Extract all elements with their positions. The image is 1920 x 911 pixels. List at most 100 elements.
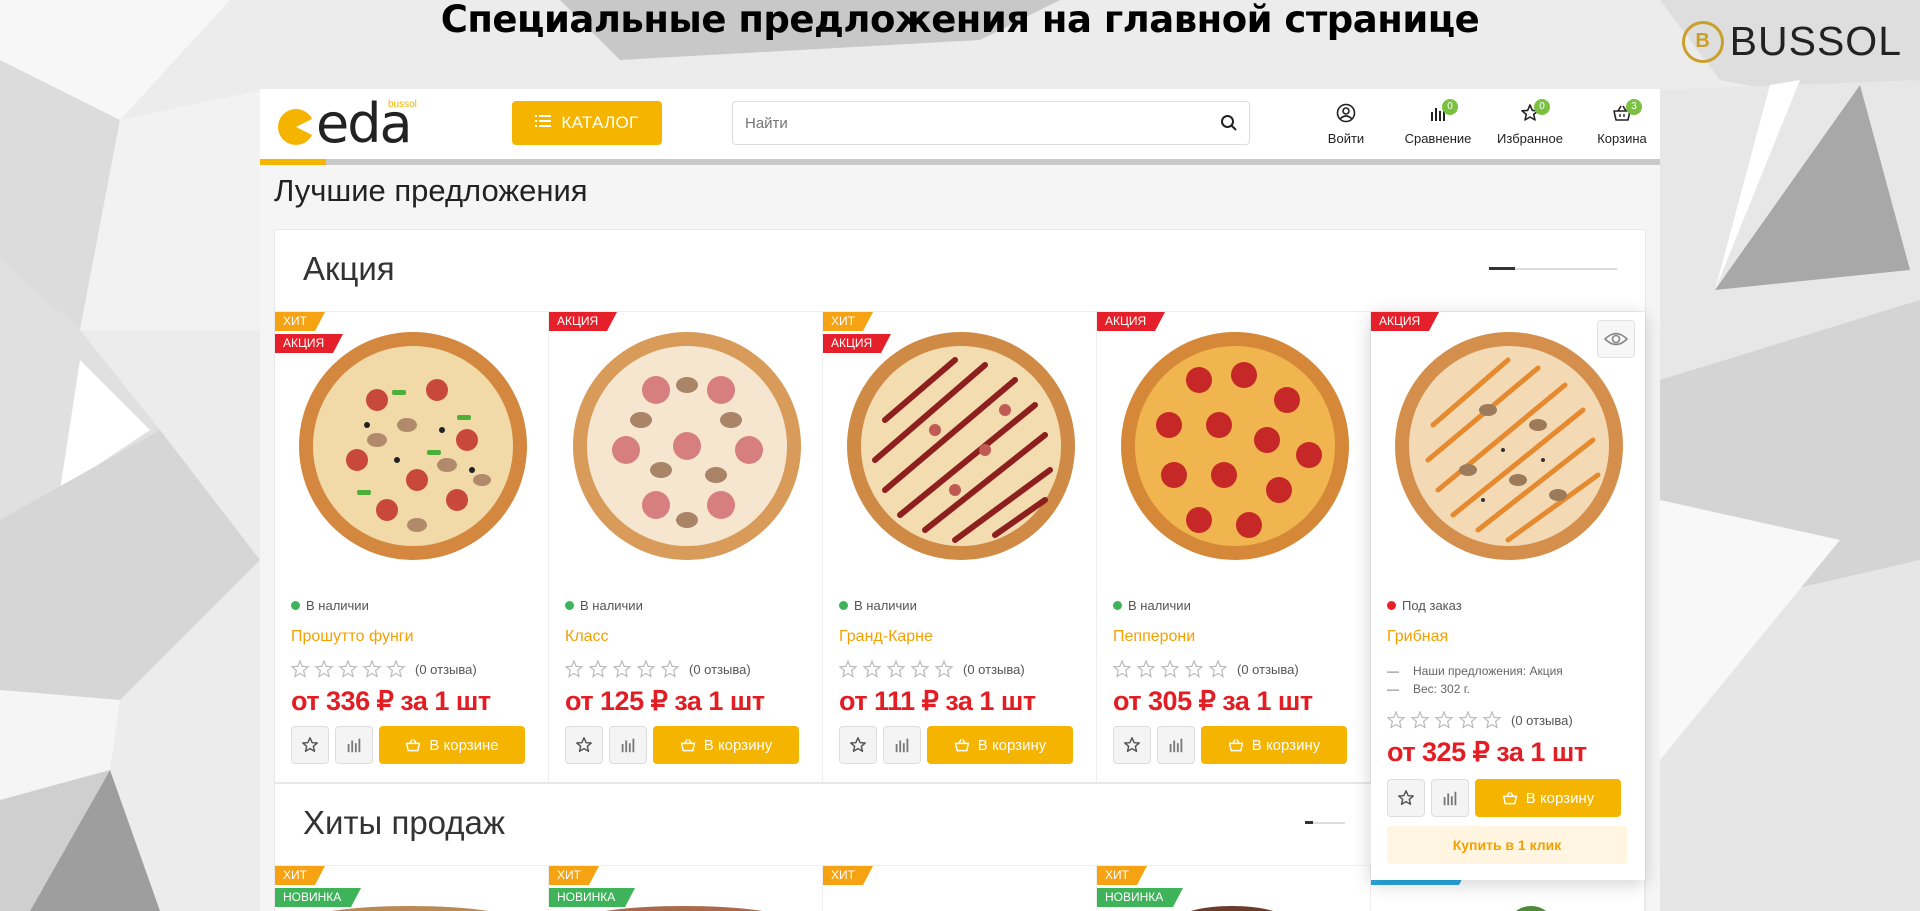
- product-name[interactable]: Грибная: [1387, 628, 1448, 646]
- availability-status: В наличии: [839, 598, 917, 613]
- reviews-count: (0 отзыва): [963, 661, 1025, 677]
- reviews-count: (0 отзыва): [415, 661, 477, 677]
- slider-pagination[interactable]: [1305, 821, 1345, 824]
- favorites-badge: 0: [1534, 99, 1550, 115]
- availability-status: В наличии: [291, 598, 369, 613]
- add-to-favorites-button[interactable]: [839, 726, 877, 764]
- logo-pacman-icon: [278, 109, 316, 145]
- compare-icon: [1169, 738, 1183, 753]
- product-rating: (0 отзыва): [291, 660, 477, 678]
- catalog-button[interactable]: КАТАЛОГ: [512, 101, 662, 145]
- product-card-hovered[interactable]: АКЦИЯ Под заказ Грибная — Наши предложени…: [1371, 312, 1645, 880]
- product-card[interactable]: ХИТ НОВИНКА: [275, 865, 549, 911]
- product-name[interactable]: Пепперони: [1113, 628, 1195, 646]
- star-icon: [1398, 790, 1414, 806]
- tag-hit: ХИТ: [823, 866, 873, 885]
- compare-icon: [1443, 791, 1457, 806]
- in-stock-dot-icon: [565, 601, 574, 610]
- add-to-favorites-button[interactable]: [1387, 779, 1425, 817]
- in-stock-dot-icon: [1113, 601, 1122, 610]
- slider-pagination[interactable]: [1489, 267, 1617, 270]
- search-input[interactable]: [733, 103, 1209, 143]
- star-icon: [302, 737, 318, 753]
- header-icons: Войти 0 Сравнение 0 Избранное 3 Корзина: [1300, 97, 1660, 146]
- pizza-image[interactable]: [571, 330, 803, 562]
- product-name[interactable]: Класс: [565, 628, 609, 646]
- buy-one-click-button[interactable]: Купить в 1 клик: [1387, 826, 1627, 864]
- add-to-favorites-button[interactable]: [291, 726, 329, 764]
- promo-section-header: Акция: [275, 230, 1645, 312]
- product-image[interactable]: [1177, 906, 1287, 911]
- login-label: Войти: [1327, 131, 1365, 146]
- rating-stars-icon[interactable]: [1387, 711, 1505, 729]
- promo-section: Акция ХИТ АКЦИЯ В наличии Прошутто фунги: [274, 229, 1646, 880]
- add-to-cart-button[interactable]: В корзину: [1201, 726, 1347, 764]
- add-to-compare-button[interactable]: [1157, 726, 1195, 764]
- reviews-count: (0 отзыва): [1511, 712, 1573, 728]
- product-name[interactable]: Прошутто фунги: [291, 628, 414, 646]
- cart-button[interactable]: 3 Корзина: [1576, 97, 1660, 146]
- product-list: ХИТ АКЦИЯ В наличии Прошутто фунги (0 от…: [275, 312, 1645, 880]
- add-to-cart-button[interactable]: В корзину: [653, 726, 799, 764]
- add-to-cart-button[interactable]: В корзине: [379, 726, 525, 764]
- availability-label: В наличии: [306, 598, 369, 613]
- pizza-image[interactable]: [1393, 330, 1625, 562]
- product-card[interactable]: ХИТ НОВИНКА: [1097, 865, 1371, 911]
- product-card[interactable]: ХИТ: [823, 865, 1097, 911]
- favorites-button[interactable]: 0 Избранное: [1484, 97, 1576, 146]
- availability-label: В наличии: [580, 598, 643, 613]
- add-to-cart-button[interactable]: В корзину: [1475, 779, 1621, 817]
- product-tags: АКЦИЯ: [549, 312, 617, 334]
- rating-stars-icon[interactable]: [565, 660, 683, 678]
- login-button[interactable]: Войти: [1300, 97, 1392, 146]
- compare-icon: [621, 738, 635, 753]
- hits-section-title: Хиты продаж: [303, 804, 505, 841]
- slide-title: Специальные предложения на главной стран…: [440, 0, 1480, 41]
- tag-new: НОВИНКА: [549, 888, 635, 907]
- product-name[interactable]: Гранд-Карне: [839, 628, 933, 646]
- logo-subtext: bussol: [388, 99, 417, 110]
- basket-icon: [954, 739, 970, 752]
- add-to-compare-button[interactable]: [883, 726, 921, 764]
- pizza-image[interactable]: [845, 330, 1077, 562]
- tag-promo: АКЦИЯ: [1371, 312, 1439, 331]
- add-to-favorites-button[interactable]: [1113, 726, 1151, 764]
- product-price: от 111 ₽ за 1 шт: [839, 686, 1036, 716]
- header-divider: [260, 159, 1660, 165]
- cart-badge: 3: [1626, 99, 1642, 115]
- on-order-dot-icon: [1387, 601, 1396, 610]
- product-card[interactable]: ХИТ АКЦИЯ В наличии Гранд-Карне (0 отзыв…: [823, 312, 1097, 782]
- add-to-compare-button[interactable]: [1431, 779, 1469, 817]
- rating-stars-icon[interactable]: [1113, 660, 1231, 678]
- basket-icon: [1502, 792, 1518, 805]
- tag-promo: АКЦИЯ: [1097, 312, 1165, 331]
- tag-hit: ХИТ: [823, 312, 873, 331]
- product-card[interactable]: АКЦИЯ В наличии Класс (0 отзыва) от 125 …: [549, 312, 823, 782]
- pizza-image[interactable]: [1119, 330, 1351, 562]
- add-to-cart-button[interactable]: В корзину: [927, 726, 1073, 764]
- availability-status: В наличии: [565, 598, 643, 613]
- add-to-compare-button[interactable]: [609, 726, 647, 764]
- product-image[interactable]: [1511, 906, 1551, 911]
- in-stock-dot-icon: [291, 601, 300, 610]
- cart-button-label: В корзину: [703, 736, 773, 754]
- product-card[interactable]: ХИТ АКЦИЯ В наличии Прошутто фунги (0 от…: [275, 312, 549, 782]
- compare-button[interactable]: 0 Сравнение: [1392, 97, 1484, 146]
- rating-stars-icon[interactable]: [839, 660, 957, 678]
- product-card[interactable]: ХИТ НОВИНКА: [549, 865, 823, 911]
- site-logo[interactable]: eda bussol: [278, 97, 417, 151]
- add-to-compare-button[interactable]: [335, 726, 373, 764]
- product-price: от 325 ₽ за 1 шт: [1387, 737, 1587, 767]
- star-icon: [576, 737, 592, 753]
- rating-stars-icon[interactable]: [291, 660, 409, 678]
- product-actions: В корзину: [565, 726, 799, 764]
- basket-icon: [406, 739, 421, 752]
- product-property: Наши предложения: Акция: [1413, 664, 1563, 678]
- product-card[interactable]: АКЦИЯ В наличии Пепперони (0 отзыва) от …: [1097, 312, 1371, 782]
- add-to-favorites-button[interactable]: [565, 726, 603, 764]
- pizza-image[interactable]: [297, 330, 529, 562]
- search-icon[interactable]: [1209, 114, 1249, 132]
- product-rating: (0 отзыва): [839, 660, 1025, 678]
- basket-icon: [680, 739, 696, 752]
- product-actions: В корзину: [1113, 726, 1347, 764]
